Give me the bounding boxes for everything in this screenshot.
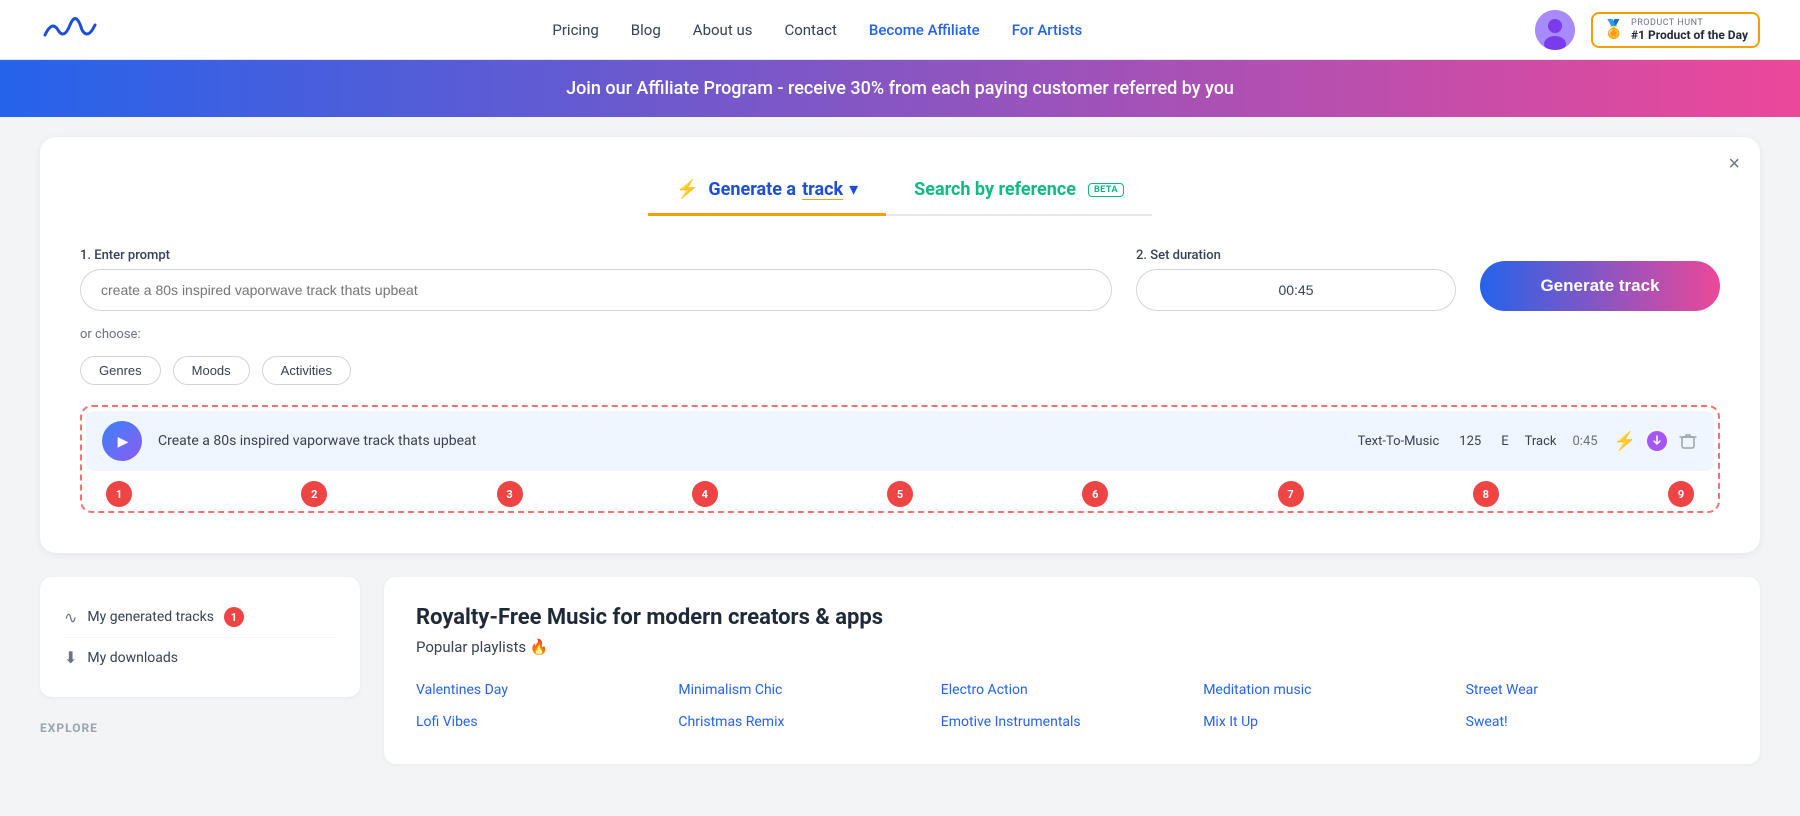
ph-label: PRODUCT HUNT (1631, 18, 1748, 28)
tab-generate-prefix: Generate a (708, 179, 796, 200)
duration-label: 2. Set duration (1136, 248, 1456, 263)
badge-6: 6 (1082, 481, 1108, 507)
download-icon: ⬇ (64, 648, 77, 667)
tab-dropdown-icon: ▾ (849, 179, 858, 200)
navbar-links: Pricing Blog About us Contact Become Aff… (552, 21, 1082, 39)
tabs: ⚡ Generate a track ▾ Search by reference… (648, 169, 1152, 216)
badge-1: 1 (106, 481, 132, 507)
or-choose-label: or choose: (80, 327, 1720, 342)
badge-4: 4 (692, 481, 718, 507)
track-row-container: ▶ Create a 80s inspired vaporwave track … (80, 405, 1720, 513)
sidebar-item-downloads[interactable]: ⬇ My downloads (64, 638, 336, 677)
product-hunt-badge[interactable]: 🏅 PRODUCT HUNT #1 Product of the Day (1591, 12, 1760, 48)
generator-card: × ⚡ Generate a track ▾ Search by referen… (40, 137, 1760, 553)
navbar-right: 🏅 PRODUCT HUNT #1 Product of the Day (1535, 10, 1760, 50)
navbar: Pricing Blog About us Contact Become Aff… (0, 0, 1800, 60)
playlist-sweat[interactable]: Sweat! (1466, 708, 1728, 736)
sidebar-item-generated[interactable]: ∿ My generated tracks 1 (64, 597, 336, 638)
nav-affiliate[interactable]: Become Affiliate (869, 21, 980, 39)
content-right: Royalty-Free Music for modern creators &… (384, 577, 1760, 764)
banner-text: Join our Affiliate Program - receive 30%… (566, 78, 1234, 99)
playlist-meditation[interactable]: Meditation music (1203, 676, 1465, 704)
playlists-grid: Valentines Day Minimalism Chic Electro A… (416, 676, 1728, 736)
playlist-lofi[interactable]: Lofi Vibes (416, 708, 678, 736)
tab-search[interactable]: Search by reference BETA (886, 169, 1152, 214)
avatar[interactable] (1535, 10, 1575, 50)
tab-generate[interactable]: ⚡ Generate a track ▾ (648, 169, 886, 214)
prompt-label: 1. Enter prompt (80, 248, 1112, 263)
moods-pill[interactable]: Moods (173, 356, 250, 385)
activities-pill[interactable]: Activities (262, 356, 351, 385)
badge-3: 3 (497, 481, 523, 507)
playlist-valentines[interactable]: Valentines Day (416, 676, 678, 704)
track-key: E (1501, 434, 1508, 449)
regenerate-button[interactable]: ⚡ (1614, 431, 1636, 452)
waveform-icon: ∿ (64, 608, 77, 627)
badge-9: 9 (1668, 481, 1694, 507)
generate-button[interactable]: Generate track (1480, 261, 1720, 311)
badge-2: 2 (301, 481, 327, 507)
tabs-wrapper: ⚡ Generate a track ▾ Search by reference… (80, 169, 1720, 216)
logo[interactable] (40, 15, 100, 45)
tab-generate-word: track (802, 179, 843, 200)
playlist-minimalism[interactable]: Minimalism Chic (678, 676, 940, 704)
track-bpm: 125 (1459, 434, 1481, 449)
nav-blog[interactable]: Blog (631, 21, 661, 39)
popular-playlists-label: Popular playlists 🔥 (416, 638, 1728, 656)
nav-contact[interactable]: Contact (784, 21, 836, 39)
track-row: ▶ Create a 80s inspired vaporwave track … (86, 411, 1714, 471)
playlist-christmas[interactable]: Christmas Remix (678, 708, 940, 736)
sidebar: ∿ My generated tracks 1 ⬇ My downloads E… (40, 577, 360, 764)
pill-buttons: Genres Moods Activities (80, 356, 1720, 385)
sidebar-downloads-label: My downloads (87, 650, 178, 666)
content-card: Royalty-Free Music for modern creators &… (384, 577, 1760, 764)
track-meta: Text-To-Music 125 E (1358, 434, 1509, 449)
beta-badge: BETA (1088, 183, 1124, 197)
playlist-electro[interactable]: Electro Action (941, 676, 1203, 704)
sidebar-card: ∿ My generated tracks 1 ⬇ My downloads (40, 577, 360, 697)
track-type-meta: Text-To-Music (1358, 434, 1440, 449)
genres-pill[interactable]: Genres (80, 356, 161, 385)
medal-icon: 🏅 (1603, 19, 1625, 40)
track-title: Create a 80s inspired vaporwave track th… (158, 433, 1342, 449)
affiliate-banner[interactable]: Join our Affiliate Program - receive 30%… (0, 60, 1800, 117)
playlist-streetwear[interactable]: Street Wear (1466, 676, 1728, 704)
explore-label: EXPLORE (40, 713, 360, 739)
generated-count-badge: 1 (224, 607, 244, 627)
num-badges-row: 1 2 3 4 5 6 7 8 9 (86, 475, 1714, 507)
ph-title: #1 Product of the Day (1631, 28, 1748, 42)
nav-about[interactable]: About us (693, 21, 753, 39)
tab-search-label: Search by reference (914, 179, 1076, 200)
lightning-icon: ⚡ (676, 179, 698, 200)
track-type-label: Track (1525, 434, 1557, 449)
ph-text: PRODUCT HUNT #1 Product of the Day (1631, 18, 1748, 42)
sidebar-generated-label: My generated tracks (87, 609, 214, 625)
bottom-section: ∿ My generated tracks 1 ⬇ My downloads E… (40, 577, 1760, 764)
prompt-group: 1. Enter prompt (80, 248, 1112, 311)
nav-pricing[interactable]: Pricing (552, 21, 598, 39)
play-button[interactable]: ▶ (102, 421, 142, 461)
badge-8: 8 (1473, 481, 1499, 507)
badge-7: 7 (1278, 481, 1304, 507)
badge-5: 5 (887, 481, 913, 507)
content-title: Royalty-Free Music for modern creators &… (416, 605, 1728, 630)
playlist-emotive[interactable]: Emotive Instrumentals (941, 708, 1203, 736)
track-duration: 0:45 (1573, 434, 1598, 449)
main-content: × ⚡ Generate a track ▾ Search by referen… (0, 117, 1800, 784)
nav-artists[interactable]: For Artists (1012, 21, 1083, 39)
play-icon: ▶ (118, 433, 129, 450)
prompt-input[interactable] (80, 269, 1112, 311)
playlist-mixit[interactable]: Mix It Up (1203, 708, 1465, 736)
duration-group: 2. Set duration (1136, 248, 1456, 311)
download-button[interactable] (1646, 430, 1668, 452)
form-row: 1. Enter prompt 2. Set duration Generate… (80, 248, 1720, 311)
delete-button[interactable] (1678, 431, 1698, 451)
track-actions: ⚡ (1614, 430, 1698, 452)
close-button[interactable]: × (1728, 153, 1740, 176)
duration-input[interactable] (1136, 269, 1456, 311)
